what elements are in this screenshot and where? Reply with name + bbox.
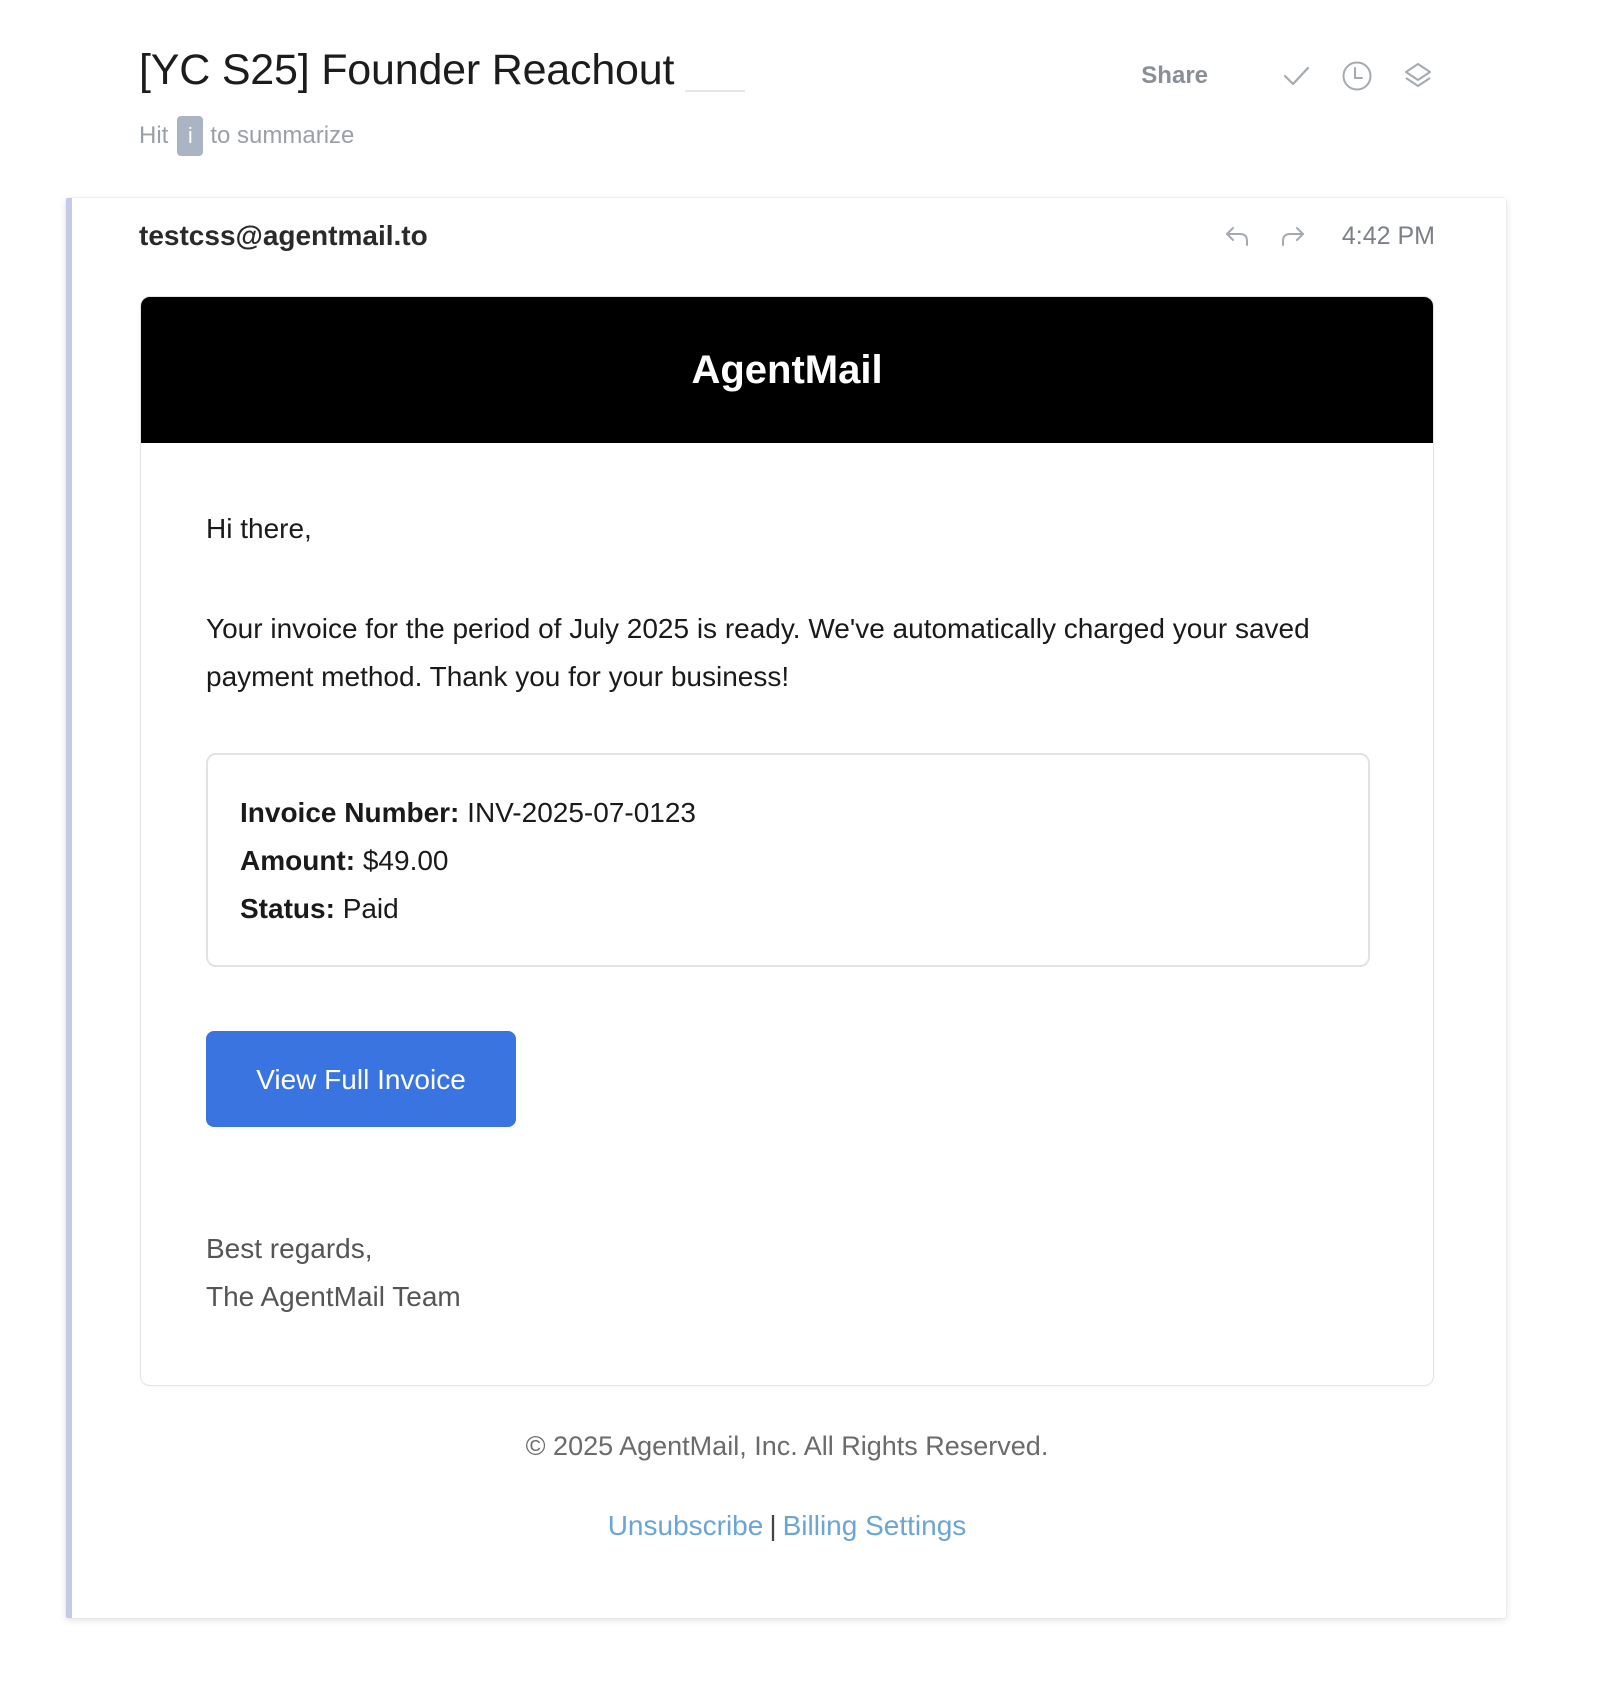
share-button[interactable]: Share xyxy=(1141,62,1208,90)
view-full-invoice-button[interactable]: View Full Invoice xyxy=(206,1031,516,1127)
invoice-number-label: Invoice Number: xyxy=(240,797,460,828)
footer-links: Unsubscribe | Billing Settings xyxy=(140,1506,1434,1546)
footer-separator: | xyxy=(769,1510,777,1541)
invoice-amount-label: Amount: xyxy=(240,845,356,876)
email-footer: © 2025 AgentMail, Inc. All Rights Reserv… xyxy=(140,1426,1434,1546)
invoice-number-row: Invoice Number: INV-2025-07-0123 xyxy=(240,789,1336,837)
invoice-amount-row: Amount: $49.00 xyxy=(240,837,1336,885)
copyright: © 2025 AgentMail, Inc. All Rights Reserv… xyxy=(525,1431,1049,1461)
invoice-status-value: Paid xyxy=(342,893,399,924)
message-actions: 4:42 PM xyxy=(1222,218,1435,254)
signoff-line-1: Best regards, xyxy=(206,1233,373,1264)
signoff-line-2: The AgentMail Team xyxy=(206,1281,461,1312)
greeting: Hi there, xyxy=(206,513,312,544)
message-time: 4:42 PM xyxy=(1341,221,1435,250)
invoice-status-label: Status: xyxy=(240,893,335,924)
signoff: Best regards, The AgentMail Team xyxy=(206,1225,1370,1321)
invoice-number-value: INV-2025-07-0123 xyxy=(467,797,696,828)
clock-icon[interactable] xyxy=(1340,59,1374,93)
summarize-hint: Hit i to summarize xyxy=(139,116,354,156)
title-underline xyxy=(685,90,745,92)
hint-suffix: to summarize xyxy=(210,122,355,149)
header-actions: Share xyxy=(1141,54,1435,98)
billing-settings-link[interactable]: Billing Settings xyxy=(783,1510,967,1541)
thread-header: [YC S25] Founder Reachout Hit i to summa… xyxy=(139,40,1435,160)
unsubscribe-link[interactable]: Unsubscribe xyxy=(608,1510,764,1541)
intro-paragraph: Your invoice for the period of July 2025… xyxy=(206,613,1310,692)
reply-icon[interactable] xyxy=(1222,221,1252,251)
email-content: Hi there, Your invoice for the period of… xyxy=(206,443,1370,1321)
check-icon[interactable] xyxy=(1279,59,1313,93)
brand-banner: AgentMail xyxy=(141,297,1433,443)
sender-address[interactable]: testcss@agentmail.to xyxy=(139,218,428,254)
invoice-status-row: Status: Paid xyxy=(240,885,1336,933)
invoice-amount-value: $49.00 xyxy=(362,845,449,876)
invoice-details: Invoice Number: INV-2025-07-0123 Amount:… xyxy=(206,753,1370,967)
message-card: testcss@agentmail.to 4:42 PM AgentMail H… xyxy=(66,198,1506,1618)
hint-prefix: Hit xyxy=(139,122,169,149)
thread-title: [YC S25] Founder Reachout xyxy=(139,46,675,94)
summarize-key[interactable]: i xyxy=(177,116,204,156)
layers-icon[interactable] xyxy=(1401,59,1435,93)
email-body: AgentMail Hi there, Your invoice for the… xyxy=(140,296,1434,1386)
forward-icon[interactable] xyxy=(1278,221,1308,251)
